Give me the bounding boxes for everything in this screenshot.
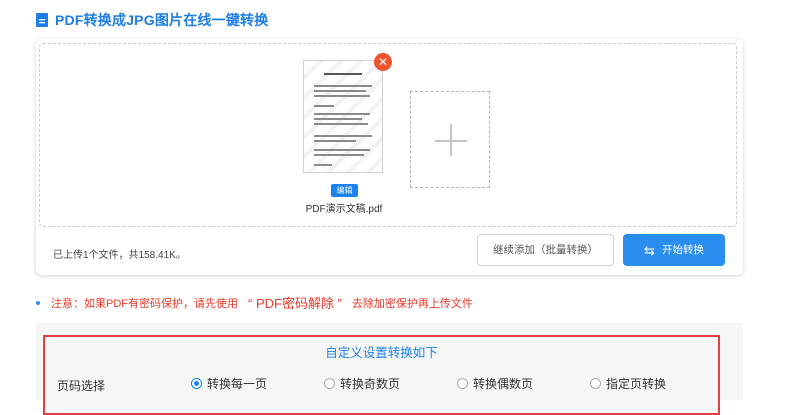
page-title: PDF转换成JPG图片在线一键转换 (55, 12, 269, 28)
thumb-line (314, 154, 364, 156)
radio-label: 转换奇数页 (340, 377, 401, 391)
radio-convert-odd-pages[interactable]: 转换奇数页 (324, 375, 400, 392)
radio-label: 转换每一页 (207, 377, 268, 391)
radio-label: 转换偶数页 (473, 377, 534, 391)
add-file-button[interactable] (410, 91, 490, 188)
radio-convert-every-page[interactable]: 转换每一页 (191, 375, 267, 392)
thumb-line (314, 105, 334, 107)
thumb-line (314, 95, 370, 97)
file-thumbnail[interactable] (303, 60, 383, 173)
bullet-icon (36, 300, 40, 305)
upload-status: 已上传1个文件，共158.41K。 (53, 250, 186, 261)
notice-suffix: 去除加密保护再上传文件 (351, 297, 473, 310)
plus-icon (450, 124, 452, 156)
pdf-unlock-link[interactable]: “ PDF密码解除 ” (248, 293, 342, 312)
radio-unchecked-icon (324, 378, 335, 389)
page-header: PDF转换成JPG图片在线一键转换 (36, 10, 268, 30)
thumb-line (324, 73, 362, 75)
settings-panel: 自定义设置转换如下 页码选择 转换每一页 转换奇数页 转换偶数页 指定页转换 (43, 335, 720, 415)
notice-prefix: 注意：如果PDF有密码保护，请先使用 (51, 297, 238, 310)
thumb-line (314, 149, 370, 151)
radio-checked-icon (191, 378, 202, 389)
radio-convert-even-pages[interactable]: 转换偶数页 (457, 375, 533, 392)
radio-unchecked-icon (457, 378, 468, 389)
thumb-line (314, 140, 356, 142)
password-notice: 注意：如果PDF有密码保护，请先使用 “ PDF密码解除 ” 去除加密保护再上传… (36, 293, 473, 312)
start-convert-label: 开始转换 (661, 244, 704, 256)
thumb-line (314, 113, 370, 115)
thumb-line (314, 164, 332, 166)
radio-unchecked-icon (590, 378, 601, 389)
upload-card: ✕ 编辑 PDF演示文稿.pdf 已上传1个文件，共158.41K。 继续添加（… (36, 39, 743, 275)
thumb-line (314, 135, 372, 137)
thumb-line (314, 123, 368, 125)
document-icon (36, 13, 48, 27)
start-convert-button[interactable]: ⇆ 开始转换 (623, 234, 725, 266)
swap-arrows-icon: ⇆ (644, 242, 655, 258)
settings-title: 自定义设置转换如下 (325, 346, 438, 360)
radio-convert-specific-pages[interactable]: 指定页转换 (590, 375, 666, 392)
page-select-label: 页码选择 (57, 379, 106, 393)
close-icon[interactable]: ✕ (374, 53, 392, 71)
radio-label: 指定页转换 (606, 377, 667, 391)
thumb-line (314, 118, 362, 120)
thumb-line (314, 85, 372, 87)
edit-button[interactable]: 编辑 (331, 184, 358, 197)
drop-area[interactable]: ✕ 编辑 PDF演示文稿.pdf (39, 43, 737, 227)
thumb-line (314, 90, 366, 92)
file-name: PDF演示文稿.pdf (305, 204, 383, 215)
continue-add-button[interactable]: 继续添加（批量转换） (477, 234, 614, 266)
